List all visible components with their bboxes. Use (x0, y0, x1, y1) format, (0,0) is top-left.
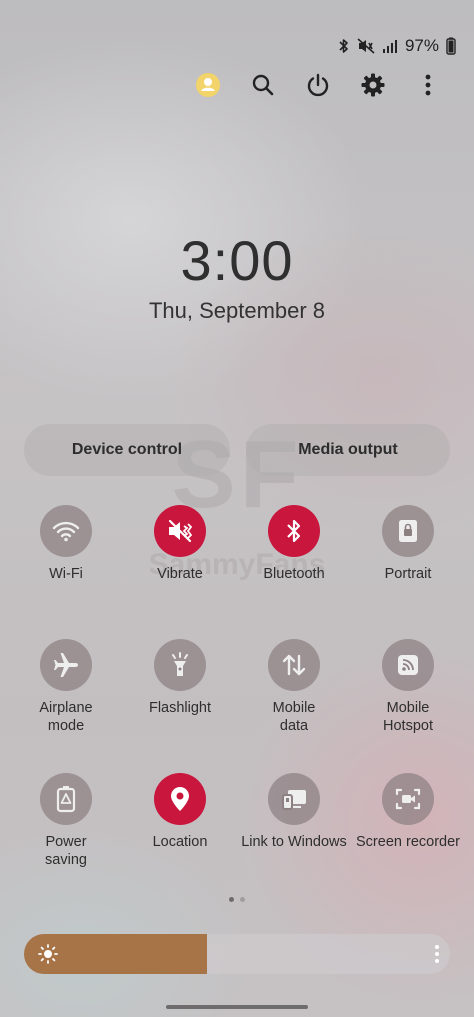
airplane-mode-tile[interactable]: Airplane mode (9, 639, 123, 735)
flashlight-label: Flashlight (148, 700, 212, 716)
wifi-icon[interactable] (40, 505, 92, 557)
status-bar: 97% (338, 36, 456, 56)
location-label: Location (152, 834, 208, 850)
vibrate-tile[interactable]: Vibrate (123, 505, 237, 583)
sun-icon (38, 944, 58, 969)
airplane-icon[interactable] (40, 639, 92, 691)
more-options-icon[interactable] (413, 70, 443, 100)
battery-percentage: 97% (404, 36, 439, 55)
clock-time: 3:00 (180, 229, 294, 292)
location-icon[interactable] (154, 773, 206, 825)
battery-icon (446, 37, 456, 55)
location-tile[interactable]: Location (123, 773, 237, 851)
portrait-tile[interactable]: Portrait (351, 505, 465, 583)
navigation-handle[interactable] (166, 1005, 308, 1009)
screen-recorder-icon[interactable] (382, 773, 434, 825)
bluetooth-status-icon (338, 38, 350, 54)
power-icon[interactable] (303, 70, 333, 100)
vibrate-status-icon (357, 38, 375, 54)
device-control-label: Device control (71, 441, 183, 458)
signal-icon (382, 38, 398, 54)
media-output-label: Media output (298, 441, 398, 458)
wifi-label: Wi-Fi (49, 566, 83, 582)
flashlight-tile[interactable]: Flashlight (123, 639, 237, 717)
mobile-data-tile[interactable]: Mobile data (237, 639, 351, 735)
bluetooth-label: Bluetooth (263, 566, 325, 582)
vibrate-label: Vibrate (157, 566, 203, 582)
mobile-hotspot-label: Mobile Hotspot (383, 700, 433, 734)
screen-recorder-label: Screen recorder (356, 834, 460, 850)
portrait-label: Portrait (384, 566, 432, 582)
bluetooth-tile[interactable]: Bluetooth (237, 505, 351, 583)
wifi-tile[interactable]: Wi-Fi (9, 505, 123, 583)
media-output-button[interactable]: Media output (246, 424, 450, 476)
brightness-slider[interactable] (24, 934, 450, 974)
link-to-windows-label: Link to Windows (241, 834, 347, 850)
link-to-windows-icon[interactable] (268, 773, 320, 825)
page-dot (240, 897, 245, 902)
clock-date: Thu, September 8 (148, 298, 326, 323)
settings-icon[interactable] (358, 70, 388, 100)
power-saving-tile[interactable]: Power saving (9, 773, 123, 869)
panel-actions (0, 70, 474, 100)
link-to-windows-tile[interactable]: Link to Windows (237, 773, 351, 851)
vibrate-icon[interactable] (154, 505, 206, 557)
portrait-lock-icon[interactable] (382, 505, 434, 557)
airplane-mode-label: Airplane mode (39, 700, 93, 734)
mobile-data-icon[interactable] (268, 639, 320, 691)
hotspot-icon[interactable] (382, 639, 434, 691)
device-control-button[interactable]: Device control (24, 424, 230, 476)
page-indicator (229, 897, 245, 902)
bluetooth-icon[interactable] (268, 505, 320, 557)
flashlight-icon[interactable] (154, 639, 206, 691)
brightness-more-icon[interactable] (434, 944, 440, 969)
search-icon[interactable] (248, 70, 278, 100)
mobile-hotspot-tile[interactable]: Mobile Hotspot (351, 639, 465, 735)
power-saving-label: Power saving (45, 834, 87, 868)
account-icon[interactable] (193, 70, 223, 100)
page-dot-active (229, 897, 234, 902)
mobile-data-label: Mobile data (272, 700, 316, 734)
power-saving-icon[interactable] (40, 773, 92, 825)
screen-recorder-tile[interactable]: Screen recorder (351, 773, 465, 851)
